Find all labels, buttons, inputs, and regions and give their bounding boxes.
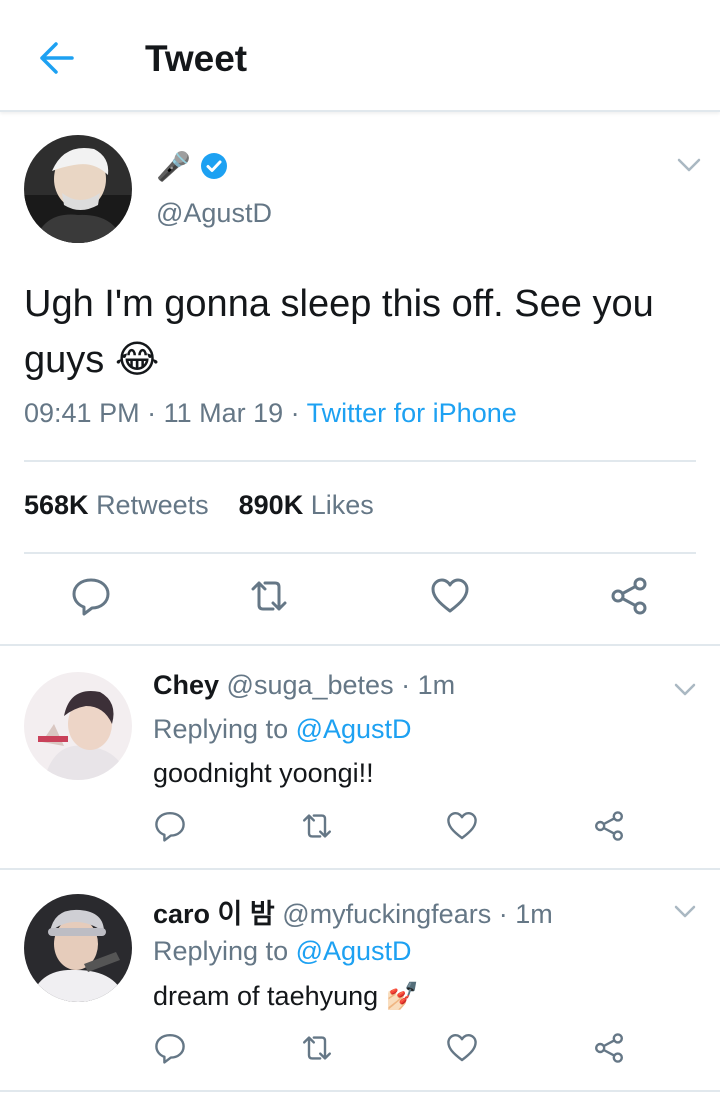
tweet-actions [0, 576, 720, 622]
reply-text: dream of taehyung 💅🏻 [153, 981, 420, 1011]
tweet-stats: 568K Retweets 890K Likes [24, 490, 374, 521]
tweet-meta: 09:41 PM · 11 Mar 19 · Twitter for iPhon… [24, 398, 517, 429]
tweet-text: Ugh I'm gonna sleep this off. See you gu… [24, 283, 654, 381]
retweet-icon[interactable] [301, 1032, 333, 1064]
reply-tweet[interactable]: caro 이 밤 @myfuckingfears · 1m Replying t… [0, 870, 720, 1092]
tweet-handle[interactable]: @AgustD [156, 198, 272, 229]
retweets-stat[interactable]: 568K Retweets [24, 490, 209, 520]
replying-to: Replying to @AgustD [153, 714, 412, 744]
reply-icon[interactable] [71, 576, 111, 616]
meta-separator: · [139, 398, 164, 428]
display-name: 🎤 [156, 146, 229, 186]
share-icon[interactable] [593, 810, 625, 842]
chevron-down-icon[interactable] [672, 680, 698, 698]
replying-to-mention[interactable]: @AgustD [296, 936, 412, 966]
reply-header: caro 이 밤 @myfuckingfears · 1m [153, 892, 553, 931]
meta-separator: · [283, 398, 307, 428]
avatar[interactable] [24, 135, 132, 243]
reply-handle[interactable]: @suga_betes [227, 670, 394, 700]
reply-actions [0, 1032, 720, 1068]
reply-actions [0, 810, 720, 846]
verified-badge-icon [199, 151, 229, 181]
reply-icon[interactable] [154, 810, 186, 842]
reply-header: Chey @suga_betes · 1m [153, 670, 455, 701]
reply-tweet[interactable]: Chey @suga_betes · 1m Replying to @Agust… [0, 648, 720, 870]
like-icon[interactable] [446, 810, 478, 842]
avatar[interactable] [24, 672, 132, 780]
chevron-down-icon[interactable] [676, 156, 702, 174]
tweet-time: 09:41 PM [24, 398, 140, 428]
tweet-source-link[interactable]: Twitter for iPhone [307, 398, 517, 428]
reply-name[interactable]: Chey [153, 670, 219, 700]
reply-icon[interactable] [154, 1032, 186, 1064]
reply-name[interactable]: caro 이 밤 [153, 899, 275, 929]
reply-age: · 1m [498, 899, 553, 929]
chevron-down-icon[interactable] [672, 902, 698, 920]
share-icon[interactable] [593, 1032, 625, 1064]
reply-handle[interactable]: @myfuckingfears [282, 899, 491, 929]
divider [24, 460, 696, 462]
like-icon[interactable] [446, 1032, 478, 1064]
main-tweet: 🎤 @AgustD Ugh I'm gonna sleep this off. … [0, 114, 720, 646]
arrow-left-icon[interactable] [36, 38, 78, 78]
likes-stat[interactable]: 890K Likes [239, 490, 374, 520]
like-icon[interactable] [430, 576, 470, 616]
tweet-date: 11 Mar 19 [163, 398, 284, 428]
retweet-icon[interactable] [249, 576, 289, 616]
reply-text: goodnight yoongi!! [153, 758, 374, 788]
reply-age: · 1m [401, 670, 456, 700]
replying-to: Replying to @AgustD [153, 936, 412, 966]
microphone-emoji: 🎤 [156, 150, 191, 182]
divider [24, 552, 696, 554]
avatar[interactable] [24, 894, 132, 1002]
share-icon[interactable] [609, 576, 649, 616]
page-title: Tweet [145, 38, 248, 79]
top-bar: Tweet [0, 0, 720, 112]
retweet-icon[interactable] [301, 810, 333, 842]
replying-to-mention[interactable]: @AgustD [296, 714, 412, 744]
